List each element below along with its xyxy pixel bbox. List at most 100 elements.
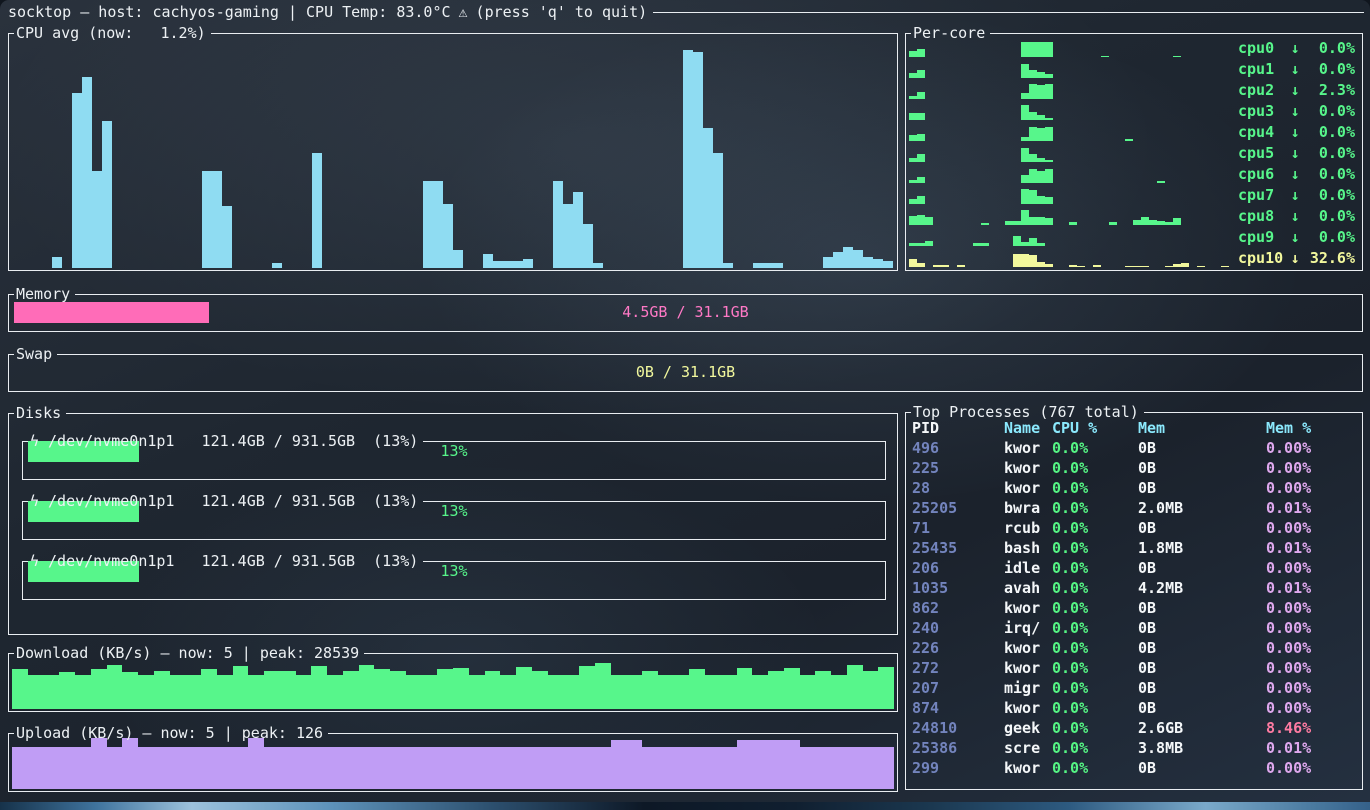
download-title: Download (KB/s) — now: 5 | peak: 28539 (14, 644, 364, 662)
disk-label: /dev/nvme0n1p1 121.4GB / 931.5GB (13%) (48, 492, 418, 510)
cpu-usage-bar (423, 181, 433, 268)
download-bar (170, 675, 186, 709)
process-mem: 1.8MB (1138, 539, 1266, 557)
core-spark-bar (1181, 263, 1189, 267)
app-titlebar: socktop — host: cachyos-gaming | CPU Tem… (8, 3, 1364, 21)
cpu-usage-bar (873, 259, 883, 268)
upload-bar (138, 747, 154, 789)
download-bar (516, 667, 532, 709)
upload-bar (815, 747, 831, 789)
cpu-usage-bar (212, 171, 222, 268)
cpu-avg-chart (12, 38, 894, 268)
disk-panel-titlebar: ϟ/dev/nvme0n1p1 121.4GB / 931.5GB (13%) (22, 432, 886, 450)
process-row: 272kwor0.0%0B0.00% (912, 658, 1358, 678)
upload-bar (107, 747, 123, 789)
cpu-usage-bar (863, 257, 873, 269)
upload-bar (390, 747, 406, 789)
core-value: 0.0% (1305, 186, 1355, 204)
upload-bar (674, 747, 690, 789)
core-spark-bar (1045, 197, 1053, 204)
core-spark-bar (1141, 217, 1149, 226)
process-rows: 496kwor0.0%0B0.00%225kwor0.0%0B0.00%28kw… (912, 438, 1358, 778)
cpu-usage-bar (573, 192, 583, 268)
core-spark-bar (1125, 139, 1133, 141)
core-label: cpu2↓2.3% (1238, 79, 1355, 100)
core-spark-bar (909, 243, 917, 246)
download-bar (233, 666, 249, 709)
core-spark-bar (1029, 42, 1037, 57)
process-mem-pct: 0.01% (1266, 739, 1358, 757)
core-spark-bar (1157, 221, 1165, 225)
download-bar (548, 675, 564, 709)
download-titlebar: Download (KB/s) — now: 5 | peak: 28539 (8, 644, 898, 662)
download-bar (863, 671, 879, 709)
core-spark-bar (1109, 222, 1117, 225)
process-mem-pct: 0.00% (1266, 459, 1358, 477)
download-panel: Download (KB/s) — now: 5 | peak: 28539 (8, 653, 898, 712)
process-pid: 207 (912, 679, 1004, 697)
col-name: Name (1004, 419, 1052, 437)
disk-label: /dev/nvme0n1p1 121.4GB / 931.5GB (13%) (48, 432, 418, 450)
process-pid: 206 (912, 559, 1004, 577)
process-mem: 0B (1138, 759, 1266, 777)
upload-bar (658, 747, 674, 789)
download-bar (469, 675, 485, 709)
process-cpu: 0.0% (1052, 539, 1138, 557)
core-row-cpu1: cpu1↓0.0% (909, 58, 1359, 79)
process-mem-pct: 0.00% (1266, 699, 1358, 717)
disk-titlebar-text: ϟ/dev/nvme0n1p1 121.4GB / 931.5GB (13%) (28, 552, 423, 570)
process-row: 226kwor0.0%0B0.00% (912, 638, 1358, 658)
core-sparkline (909, 82, 1229, 99)
process-mem: 0B (1138, 599, 1266, 617)
download-bar (768, 671, 784, 709)
core-spark-bar (1173, 56, 1181, 57)
process-cpu: 0.0% (1052, 439, 1138, 457)
cpu-usage-bar (583, 224, 593, 268)
core-label: cpu5↓0.0% (1238, 142, 1355, 163)
core-spark-bar (1173, 218, 1181, 225)
cpu-usage-bar (202, 171, 212, 268)
download-bar (28, 675, 44, 709)
core-spark-bar (1037, 196, 1045, 204)
terminal-window: socktop — host: cachyos-gaming | CPU Tem… (0, 0, 1370, 802)
core-spark-bar (1133, 220, 1141, 225)
process-name: rcub (1004, 519, 1052, 537)
lightning-icon: ϟ (30, 552, 39, 570)
process-cpu: 0.0% (1052, 719, 1138, 737)
process-name: idle (1004, 559, 1052, 577)
swap-titlebar: Swap (8, 345, 1363, 363)
core-spark-bar (917, 196, 925, 204)
down-arrow-icon: ↓ (1285, 228, 1305, 246)
download-bar (485, 671, 501, 709)
upload-bar (296, 747, 312, 789)
col-mem-pct: Mem % (1266, 419, 1358, 437)
process-pid: 496 (912, 439, 1004, 457)
core-spark-bar (917, 263, 925, 267)
process-mem-pct: 0.00% (1266, 759, 1358, 777)
process-row: 28kwor0.0%0B0.00% (912, 478, 1358, 498)
core-spark-bar (1013, 221, 1021, 225)
core-spark-bar (1029, 154, 1037, 162)
process-mem: 0B (1138, 699, 1266, 717)
lightning-icon: ϟ (30, 432, 39, 450)
download-bar (595, 663, 611, 709)
upload-bar (280, 747, 296, 789)
process-mem: 0B (1138, 559, 1266, 577)
core-spark-bar (1125, 266, 1133, 267)
process-mem: 2.6GB (1138, 719, 1266, 737)
core-spark-bar (1045, 118, 1053, 120)
process-name: geek (1004, 719, 1052, 737)
process-mem: 0B (1138, 639, 1266, 657)
down-arrow-icon: ↓ (1285, 249, 1305, 267)
core-spark-bar (917, 243, 925, 246)
cpu-usage-bar (443, 204, 453, 268)
desktop: { "colors":{ "border":"#e9edf1","text":"… (0, 0, 1370, 810)
download-bar (185, 675, 201, 709)
core-label: cpu1↓0.0% (1238, 58, 1355, 79)
core-row-cpu7: cpu7↓0.0% (909, 184, 1359, 205)
process-mem-pct: 0.00% (1266, 679, 1358, 697)
process-row: 25435bash0.0%1.8MB0.01% (912, 538, 1358, 558)
down-arrow-icon: ↓ (1285, 207, 1305, 225)
cpu-usage-bar (82, 77, 92, 268)
core-spark-bar (1141, 266, 1149, 267)
